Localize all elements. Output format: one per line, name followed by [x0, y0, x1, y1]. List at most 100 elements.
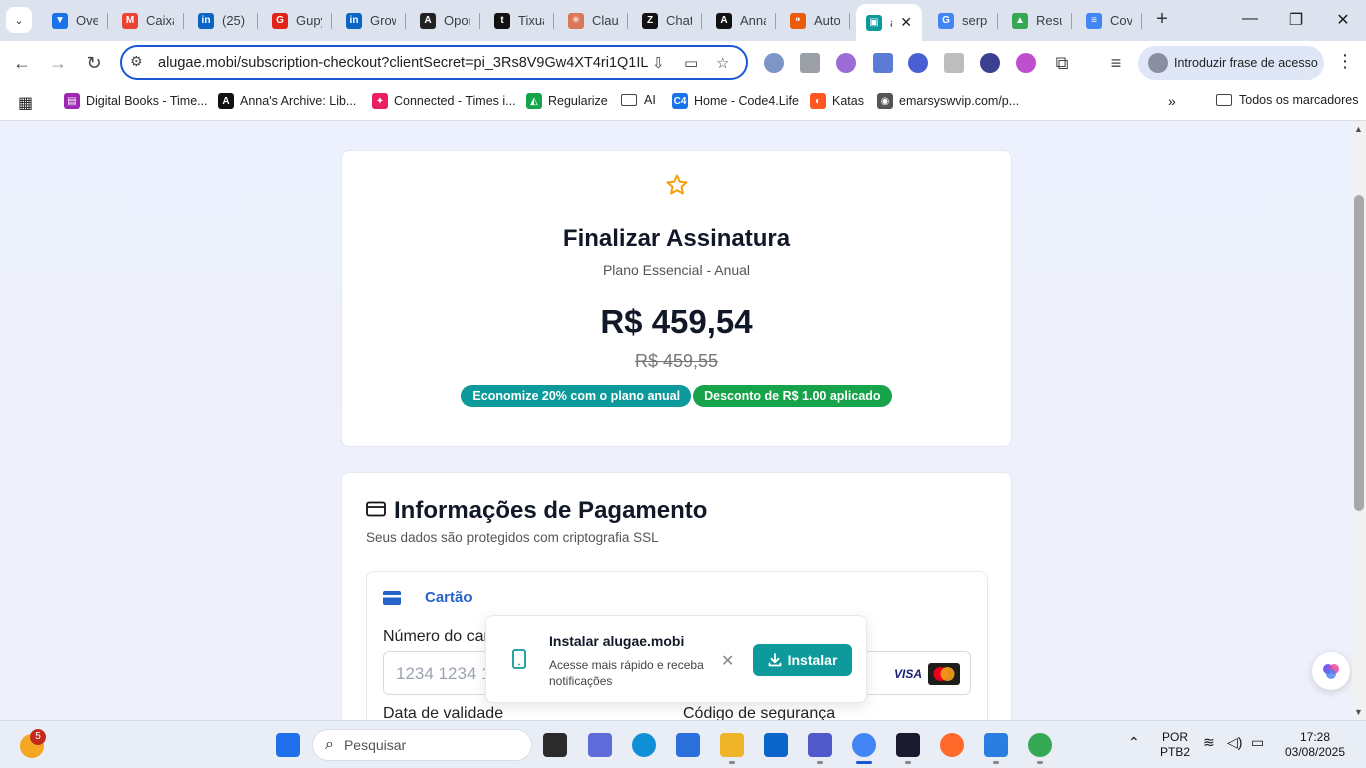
intellij-icon[interactable]: [896, 733, 920, 757]
all-bookmarks-folder[interactable]: Todos os marcadores: [1216, 93, 1359, 107]
browser-tab[interactable]: t Tixua: [484, 4, 554, 37]
extension-4-icon[interactable]: [873, 53, 893, 73]
expiry-label: Data de validade: [383, 705, 504, 720]
bookmark-label: Anna's Archive: Lib...: [240, 94, 357, 108]
extensions-puzzle-icon[interactable]: ⧉: [1050, 51, 1074, 75]
taskbar-search[interactable]: ⌕ Pesquisar: [312, 729, 532, 761]
close-window-icon[interactable]: ✕: [1333, 10, 1353, 30]
bookmark-item[interactable]: ✦ Connected - Times i...: [372, 93, 516, 109]
bookmark-label: Katas: [832, 94, 864, 108]
outlook-icon[interactable]: [764, 733, 788, 757]
bookmark-star-icon[interactable]: ☆: [716, 54, 729, 72]
install-app-icon[interactable]: ⇩: [652, 54, 665, 72]
browser-tab[interactable]: ✳ Claud: [558, 4, 628, 37]
discount-badge: Desconto de R$ 1.00 aplicado: [693, 385, 892, 407]
browser-tab[interactable]: A Opor: [410, 4, 480, 37]
postman-icon[interactable]: [940, 733, 964, 757]
scroll-up-icon[interactable]: ▲: [1354, 124, 1363, 134]
bookmark-item[interactable]: ▤ Digital Books - Time...: [64, 93, 208, 109]
tab-title: Opor: [444, 13, 470, 28]
new-tab-button[interactable]: +: [1150, 8, 1174, 32]
browser-tab[interactable]: Gserp: [928, 4, 998, 37]
tab-favicon-icon: G: [272, 12, 288, 29]
browser-tab[interactable]: in (25) I: [188, 4, 258, 37]
browser-tab[interactable]: Z Chat: [632, 4, 702, 37]
forward-icon[interactable]: →: [46, 51, 70, 75]
edge-icon[interactable]: [632, 733, 656, 757]
assistant-bubble-icon[interactable]: [1312, 652, 1350, 690]
volume-icon[interactable]: ◁): [1227, 735, 1242, 750]
browser-tab[interactable]: G Gupy: [262, 4, 332, 37]
browser-tab[interactable]: ▲ Resu: [1002, 4, 1072, 37]
back-icon[interactable]: ←: [10, 51, 34, 75]
windows-start-icon[interactable]: [276, 733, 300, 757]
wifi-icon[interactable]: ≋: [1203, 735, 1215, 750]
bookmark-favicon-icon: ◐: [810, 93, 826, 109]
extension-8-icon[interactable]: [1016, 53, 1036, 73]
apps-grid-icon[interactable]: ▦: [18, 93, 33, 113]
profile-button[interactable]: Introduzir frase de acesso: [1138, 46, 1324, 80]
bookmarks-bar: ▦ ▤ Digital Books - Time... A Anna's Archiv…: [0, 85, 1366, 121]
bookmark-item[interactable]: C4 Home - Code4.Life: [672, 93, 799, 109]
browser-tab[interactable]: ⁍ Auto: [780, 4, 850, 37]
task-view-icon[interactable]: [543, 733, 567, 757]
browser-tab[interactable]: ≡ Cove: [1076, 4, 1142, 37]
browser-tab[interactable]: ▣ a ✕: [856, 4, 922, 41]
browser-tab[interactable]: M Caixa: [112, 4, 184, 37]
tab-favicon-icon: A: [420, 12, 436, 29]
tab-title: Chat: [666, 13, 692, 28]
browser-tab[interactable]: ▼ Over: [42, 4, 108, 37]
file-explorer-icon[interactable]: [720, 733, 744, 757]
address-bar[interactable]: ⚙ alugae.mobi/subscription-checkout?clie…: [120, 45, 748, 80]
extension-1-icon[interactable]: [764, 53, 784, 73]
site-info-icon[interactable]: ⚙: [130, 53, 143, 70]
tab-title: Gupy: [296, 13, 322, 28]
install-close-icon[interactable]: ✕: [721, 651, 734, 671]
install-title: Instalar alugae.mobi: [549, 633, 685, 649]
extension-5-icon[interactable]: [908, 53, 928, 73]
avatar: [1148, 53, 1168, 73]
chrome-profile-icon[interactable]: [1028, 733, 1052, 757]
tab-search-button[interactable]: ⌄: [6, 7, 32, 33]
more-bookmarks-chevron-icon[interactable]: »: [1168, 93, 1176, 109]
bookmark-item[interactable]: ◭ Regularize: [526, 93, 608, 109]
reload-icon[interactable]: ↻: [82, 51, 106, 75]
bookmark-item[interactable]: ◉ emarsyswvip.com/p...: [877, 93, 1019, 109]
reading-list-icon[interactable]: ≡: [1104, 51, 1128, 75]
explorer-running-indicator: [729, 761, 735, 764]
tab-title: (25) I: [222, 13, 248, 28]
tab-close-icon[interactable]: ✕: [900, 14, 912, 31]
teams-icon[interactable]: [808, 733, 832, 757]
store-icon[interactable]: [676, 733, 700, 757]
url-text[interactable]: alugae.mobi/subscription-checkout?client…: [158, 55, 648, 71]
card-method-tab[interactable]: Cartão: [383, 589, 473, 606]
copilot-icon[interactable]: [588, 733, 612, 757]
keyboard-layout: PTB2: [1160, 745, 1191, 759]
extension-7-icon[interactable]: [980, 53, 1000, 73]
install-button[interactable]: Instalar: [753, 644, 852, 676]
bookmark-favicon-icon: ◉: [877, 93, 893, 109]
chrome-icon[interactable]: [852, 733, 876, 757]
input-language[interactable]: POR PTB2: [1160, 730, 1190, 760]
chrome-running-indicator: [856, 761, 872, 764]
bookmark-item[interactable]: AI: [621, 93, 656, 107]
payment-card-icon[interactable]: ▭: [684, 54, 698, 72]
bookmark-item[interactable]: ◐ Katas: [810, 93, 864, 109]
notepad-icon[interactable]: [984, 733, 1008, 757]
minimize-icon[interactable]: —: [1240, 10, 1260, 28]
profile-label: Introduzir frase de acesso: [1174, 56, 1318, 70]
tray-chevron-icon[interactable]: ⌃: [1128, 735, 1140, 750]
page-scrollbar[interactable]: ▲ ▼: [1352, 121, 1366, 720]
battery-icon[interactable]: ▭: [1251, 735, 1264, 750]
extension-3-icon[interactable]: [836, 53, 856, 73]
extension-2-icon[interactable]: [800, 53, 820, 73]
scroll-thumb[interactable]: [1354, 195, 1364, 511]
extension-6-icon[interactable]: [944, 53, 964, 73]
browser-tab[interactable]: in Grow: [336, 4, 406, 37]
browser-tab[interactable]: A Anna: [706, 4, 776, 37]
clock[interactable]: 17:28 03/08/2025: [1280, 730, 1350, 760]
scroll-down-icon[interactable]: ▼: [1354, 707, 1363, 717]
restore-icon[interactable]: ❐: [1286, 10, 1306, 30]
bookmark-item[interactable]: A Anna's Archive: Lib...: [218, 93, 356, 109]
menu-kebab-icon[interactable]: ⋮: [1336, 51, 1354, 72]
